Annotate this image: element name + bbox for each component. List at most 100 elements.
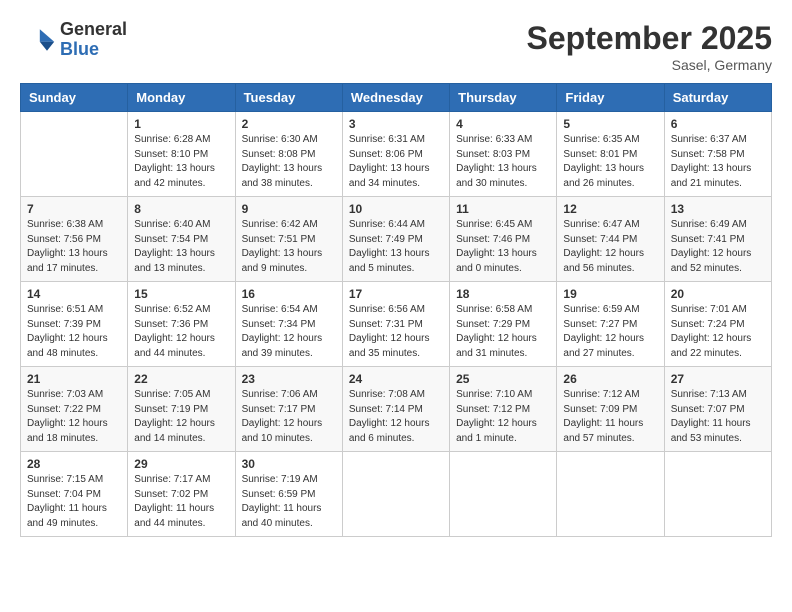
calendar-cell [450, 452, 557, 537]
calendar-cell [664, 452, 771, 537]
day-number: 24 [349, 372, 443, 386]
weekday-header-sunday: Sunday [21, 84, 128, 112]
logo-icon [20, 22, 56, 58]
day-info: Sunrise: 6:33 AM Sunset: 8:03 PM Dayligh… [456, 133, 550, 191]
day-info: Sunrise: 7:06 AM Sunset: 7:17 PM Dayligh… [242, 388, 336, 446]
day-number: 23 [242, 372, 336, 386]
calendar-week-row: 1 Sunrise: 6:28 AM Sunset: 8:10 PM Daylig… [21, 112, 772, 197]
calendar-cell: 20 Sunrise: 7:01 AM Sunset: 7:24 PM Dayli… [664, 282, 771, 367]
weekday-header-friday: Friday [557, 84, 664, 112]
day-info: Sunrise: 6:42 AM Sunset: 7:51 PM Dayligh… [242, 218, 336, 276]
day-info: Sunrise: 7:13 AM Sunset: 7:07 PM Dayligh… [671, 388, 765, 446]
title-section: September 2025 Sasel, Germany [527, 20, 772, 73]
month-title: September 2025 [527, 20, 772, 57]
day-info: Sunrise: 7:08 AM Sunset: 7:14 PM Dayligh… [349, 388, 443, 446]
day-info: Sunrise: 6:58 AM Sunset: 7:29 PM Dayligh… [456, 303, 550, 361]
weekday-header-saturday: Saturday [664, 84, 771, 112]
day-number: 11 [456, 202, 550, 216]
day-info: Sunrise: 7:01 AM Sunset: 7:24 PM Dayligh… [671, 303, 765, 361]
day-number: 30 [242, 457, 336, 471]
day-info: Sunrise: 6:40 AM Sunset: 7:54 PM Dayligh… [134, 218, 228, 276]
day-number: 3 [349, 117, 443, 131]
calendar-cell: 19 Sunrise: 6:59 AM Sunset: 7:27 PM Dayli… [557, 282, 664, 367]
day-number: 1 [134, 117, 228, 131]
weekday-header-tuesday: Tuesday [235, 84, 342, 112]
location: Sasel, Germany [527, 57, 772, 73]
calendar-cell: 6Sunrise: 6:37 AM Sunset: 7:58 PM Daylig… [664, 112, 771, 197]
weekday-header-wednesday: Wednesday [342, 84, 449, 112]
day-number: 2 [242, 117, 336, 131]
day-number: 13 [671, 202, 765, 216]
calendar-cell: 14 Sunrise: 6:51 AM Sunset: 7:39 PM Dayli… [21, 282, 128, 367]
day-info: Sunrise: 6:47 AM Sunset: 7:44 PM Dayligh… [563, 218, 657, 276]
calendar-cell: 23 Sunrise: 7:06 AM Sunset: 7:17 PM Dayli… [235, 367, 342, 452]
weekday-header-row: SundayMondayTuesdayWednesdayThursdayFrid… [21, 84, 772, 112]
calendar-cell: 25 Sunrise: 7:10 AM Sunset: 7:12 PM Dayli… [450, 367, 557, 452]
calendar-cell: 26 Sunrise: 7:12 AM Sunset: 7:09 PM Dayli… [557, 367, 664, 452]
day-number: 7 [27, 202, 121, 216]
day-number: 22 [134, 372, 228, 386]
logo-text: General Blue [60, 20, 127, 60]
day-info: Sunrise: 7:19 AM Sunset: 6:59 PM Dayligh… [242, 473, 336, 531]
calendar-cell: 2 Sunrise: 6:30 AM Sunset: 8:08 PM Daylig… [235, 112, 342, 197]
day-number: 8 [134, 202, 228, 216]
day-number: 4 [456, 117, 550, 131]
day-number: 19 [563, 287, 657, 301]
day-number: 6 [671, 117, 765, 131]
day-info: Sunrise: 6:38 AM Sunset: 7:56 PM Dayligh… [27, 218, 121, 276]
day-info: Sunrise: 7:03 AM Sunset: 7:22 PM Dayligh… [27, 388, 121, 446]
calendar-cell: 29Sunrise: 7:17 AM Sunset: 7:02 PM Dayli… [128, 452, 235, 537]
day-number: 16 [242, 287, 336, 301]
page-header: General Blue September 2025 Sasel, Germa… [20, 20, 772, 73]
day-info: Sunrise: 7:05 AM Sunset: 7:19 PM Dayligh… [134, 388, 228, 446]
calendar-cell: 18Sunrise: 6:58 AM Sunset: 7:29 PM Dayli… [450, 282, 557, 367]
day-info: Sunrise: 7:12 AM Sunset: 7:09 PM Dayligh… [563, 388, 657, 446]
calendar-cell: 10Sunrise: 6:44 AM Sunset: 7:49 PM Dayli… [342, 197, 449, 282]
day-number: 20 [671, 287, 765, 301]
calendar-cell: 13Sunrise: 6:49 AM Sunset: 7:41 PM Dayli… [664, 197, 771, 282]
calendar-cell: 1 Sunrise: 6:28 AM Sunset: 8:10 PM Daylig… [128, 112, 235, 197]
day-number: 26 [563, 372, 657, 386]
logo-blue: Blue [60, 40, 127, 60]
calendar-cell: 16 Sunrise: 6:54 AM Sunset: 7:34 PM Dayli… [235, 282, 342, 367]
calendar-cell: 8 Sunrise: 6:40 AM Sunset: 7:54 PM Daylig… [128, 197, 235, 282]
day-number: 12 [563, 202, 657, 216]
calendar-cell [21, 112, 128, 197]
calendar-cell: 7 Sunrise: 6:38 AM Sunset: 7:56 PM Daylig… [21, 197, 128, 282]
calendar-cell: 5Sunrise: 6:35 AM Sunset: 8:01 PM Daylig… [557, 112, 664, 197]
logo-general: General [60, 20, 127, 40]
calendar-week-row: 14 Sunrise: 6:51 AM Sunset: 7:39 PM Dayli… [21, 282, 772, 367]
calendar-week-row: 7 Sunrise: 6:38 AM Sunset: 7:56 PM Daylig… [21, 197, 772, 282]
day-info: Sunrise: 6:52 AM Sunset: 7:36 PM Dayligh… [134, 303, 228, 361]
calendar-cell: 30 Sunrise: 7:19 AM Sunset: 6:59 PM Dayli… [235, 452, 342, 537]
day-number: 25 [456, 372, 550, 386]
calendar-cell: 3 Sunrise: 6:31 AM Sunset: 8:06 PM Daylig… [342, 112, 449, 197]
day-info: Sunrise: 6:30 AM Sunset: 8:08 PM Dayligh… [242, 133, 336, 191]
calendar-cell: 15 Sunrise: 6:52 AM Sunset: 7:36 PM Dayli… [128, 282, 235, 367]
day-number: 17 [349, 287, 443, 301]
calendar-cell: 12 Sunrise: 6:47 AM Sunset: 7:44 PM Dayli… [557, 197, 664, 282]
calendar-cell: 21Sunrise: 7:03 AM Sunset: 7:22 PM Dayli… [21, 367, 128, 452]
day-info: Sunrise: 6:51 AM Sunset: 7:39 PM Dayligh… [27, 303, 121, 361]
calendar-cell [342, 452, 449, 537]
calendar-week-row: 28Sunrise: 7:15 AM Sunset: 7:04 PM Dayli… [21, 452, 772, 537]
calendar-cell: 27Sunrise: 7:13 AM Sunset: 7:07 PM Dayli… [664, 367, 771, 452]
day-info: Sunrise: 6:54 AM Sunset: 7:34 PM Dayligh… [242, 303, 336, 361]
day-info: Sunrise: 6:35 AM Sunset: 8:01 PM Dayligh… [563, 133, 657, 191]
day-info: Sunrise: 7:10 AM Sunset: 7:12 PM Dayligh… [456, 388, 550, 446]
day-info: Sunrise: 7:15 AM Sunset: 7:04 PM Dayligh… [27, 473, 121, 531]
day-info: Sunrise: 6:45 AM Sunset: 7:46 PM Dayligh… [456, 218, 550, 276]
calendar-cell: 22 Sunrise: 7:05 AM Sunset: 7:19 PM Dayli… [128, 367, 235, 452]
day-number: 10 [349, 202, 443, 216]
day-info: Sunrise: 6:59 AM Sunset: 7:27 PM Dayligh… [563, 303, 657, 361]
day-info: Sunrise: 7:17 AM Sunset: 7:02 PM Dayligh… [134, 473, 228, 531]
day-number: 14 [27, 287, 121, 301]
calendar-cell: 4 Sunrise: 6:33 AM Sunset: 8:03 PM Daylig… [450, 112, 557, 197]
calendar-cell: 11 Sunrise: 6:45 AM Sunset: 7:46 PM Dayli… [450, 197, 557, 282]
day-number: 15 [134, 287, 228, 301]
day-info: Sunrise: 6:31 AM Sunset: 8:06 PM Dayligh… [349, 133, 443, 191]
day-info: Sunrise: 6:28 AM Sunset: 8:10 PM Dayligh… [134, 133, 228, 191]
logo: General Blue [20, 20, 127, 60]
calendar-cell: 24 Sunrise: 7:08 AM Sunset: 7:14 PM Dayli… [342, 367, 449, 452]
calendar-cell: 9Sunrise: 6:42 AM Sunset: 7:51 PM Daylig… [235, 197, 342, 282]
